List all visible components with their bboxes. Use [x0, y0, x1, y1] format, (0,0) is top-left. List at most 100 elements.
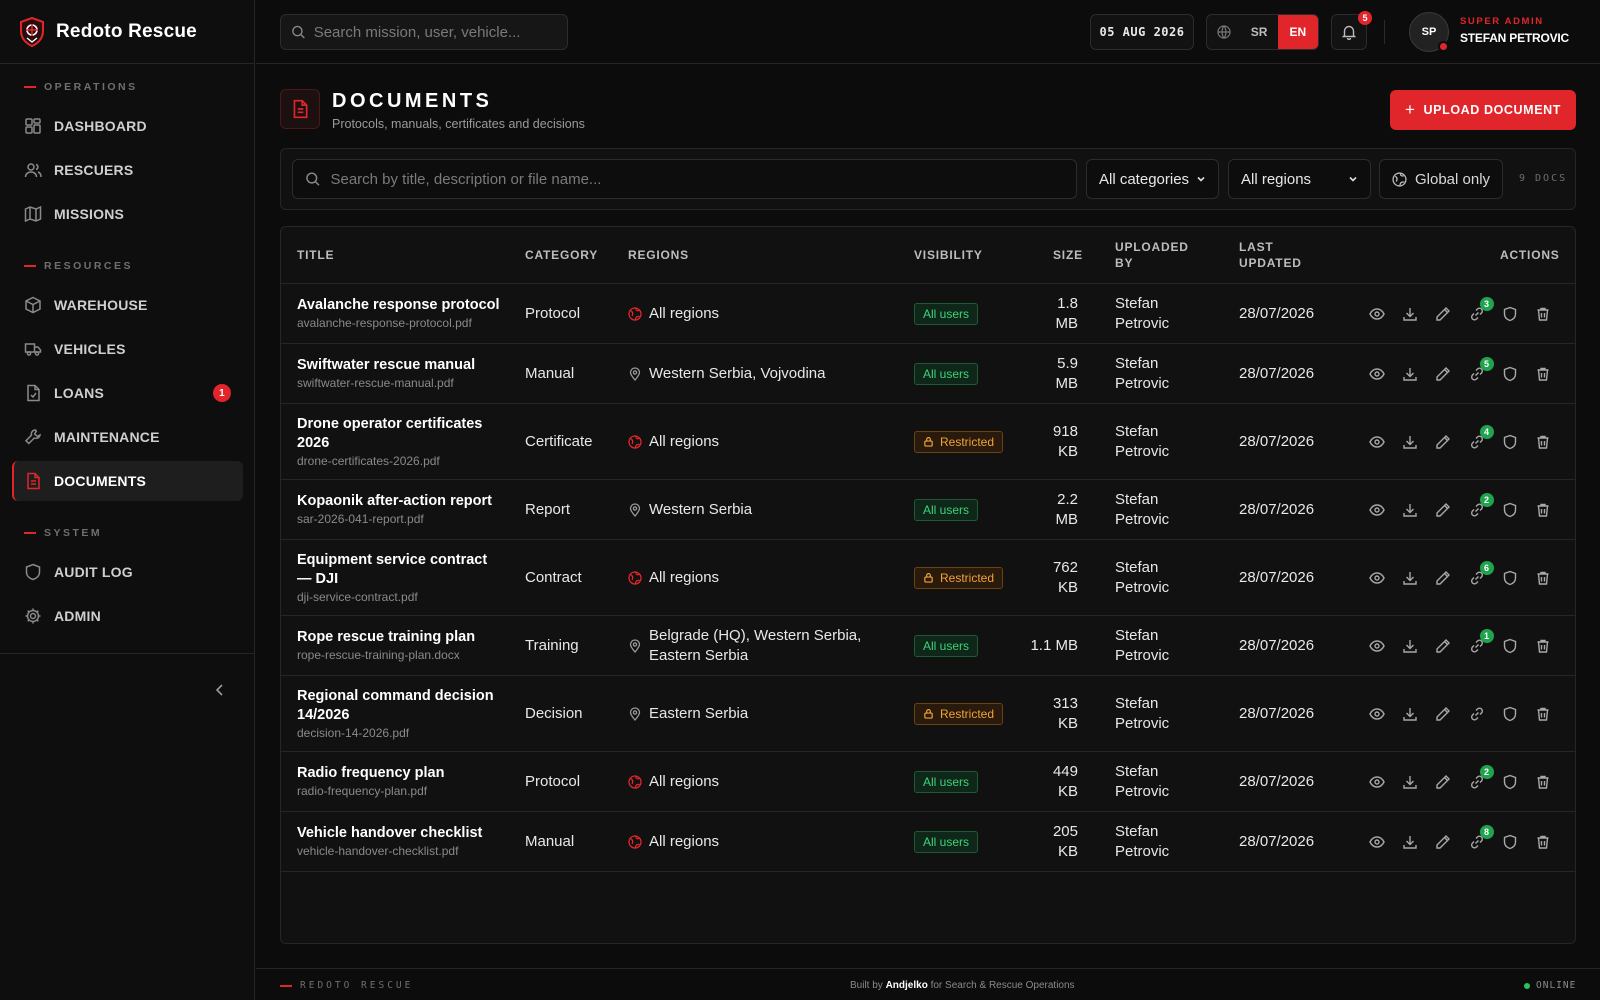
edit-button[interactable] — [1433, 364, 1453, 384]
links-button[interactable]: 8 — [1467, 824, 1494, 852]
view-button[interactable] — [1367, 832, 1387, 852]
links-button[interactable]: 5 — [1467, 356, 1494, 384]
language-en-button[interactable]: EN — [1277, 15, 1318, 49]
column-header-regions[interactable]: REGIONS — [628, 247, 689, 263]
document-search-input[interactable] — [330, 170, 1076, 188]
delete-button[interactable] — [1533, 832, 1553, 852]
document-title[interactable]: Radio frequency plan — [297, 764, 444, 783]
column-header-title[interactable]: TITLE — [297, 247, 334, 263]
edit-button[interactable] — [1433, 772, 1453, 792]
sidebar-item-admin[interactable]: ADMIN — [12, 596, 243, 636]
document-title-cell[interactable]: Kopaonik after-action report sar-2026-04… — [297, 480, 509, 539]
sidebar-item-rescuers[interactable]: RESCUERS — [12, 150, 243, 190]
document-title[interactable]: Rope rescue training plan — [297, 628, 475, 647]
edit-button[interactable] — [1433, 568, 1453, 588]
download-button[interactable] — [1400, 636, 1420, 656]
delete-button[interactable] — [1533, 432, 1553, 452]
document-title-cell[interactable]: Vehicle handover checklist vehicle-hando… — [297, 812, 509, 871]
links-button[interactable]: 4 — [1467, 424, 1494, 452]
permissions-button[interactable] — [1500, 364, 1520, 384]
delete-button[interactable] — [1533, 636, 1553, 656]
sidebar-item-warehouse[interactable]: WAREHOUSE — [12, 285, 243, 325]
column-header-size[interactable]: SIZE — [1053, 247, 1083, 263]
delete-button[interactable] — [1533, 568, 1553, 588]
global-only-toggle[interactable]: Global only — [1379, 159, 1503, 199]
edit-button[interactable] — [1433, 832, 1453, 852]
links-button[interactable]: 6 — [1467, 560, 1494, 588]
delete-button[interactable] — [1533, 772, 1553, 792]
language-sr-button[interactable]: SR — [1240, 25, 1277, 39]
sidebar-item-loans[interactable]: LOANS 1 — [12, 373, 243, 413]
view-button[interactable] — [1367, 364, 1387, 384]
view-button[interactable] — [1367, 636, 1387, 656]
avatar[interactable]: SP — [1409, 12, 1449, 52]
table-row[interactable]: Rope rescue training plan rope-rescue-tr… — [281, 616, 1575, 676]
view-button[interactable] — [1367, 304, 1387, 324]
sidebar-item-vehicles[interactable]: VEHICLES — [12, 329, 243, 369]
document-title-cell[interactable]: Drone operator certificates 2026 drone-ce… — [297, 404, 509, 479]
notifications-button[interactable]: 5 — [1331, 11, 1372, 50]
view-button[interactable] — [1367, 500, 1387, 520]
sidebar-item-audit-log[interactable]: AUDIT LOG — [12, 552, 243, 592]
table-row[interactable]: Avalanche response protocol avalanche-re… — [281, 284, 1575, 344]
view-button[interactable] — [1367, 568, 1387, 588]
delete-button[interactable] — [1533, 704, 1553, 724]
column-header-last-updated[interactable]: LAST UPDATED — [1239, 239, 1302, 271]
edit-button[interactable] — [1433, 704, 1453, 724]
links-button[interactable]: 1 — [1467, 628, 1494, 656]
table-row[interactable]: Drone operator certificates 2026 drone-ce… — [281, 404, 1575, 480]
download-button[interactable] — [1400, 832, 1420, 852]
upload-document-button[interactable]: + UPLOAD DOCUMENT — [1390, 90, 1576, 130]
download-button[interactable] — [1400, 772, 1420, 792]
permissions-button[interactable] — [1500, 636, 1520, 656]
document-title[interactable]: Vehicle handover checklist — [297, 824, 482, 843]
table-row[interactable]: Swiftwater rescue manual swiftwater-resc… — [281, 344, 1575, 404]
download-button[interactable] — [1400, 500, 1420, 520]
document-title[interactable]: Avalanche response protocol — [297, 296, 500, 315]
document-title[interactable]: Regional command decision 14/2026 — [297, 687, 494, 725]
delete-button[interactable] — [1533, 364, 1553, 384]
document-title-cell[interactable]: Equipment service contract — DJI dji-serv… — [297, 540, 509, 615]
document-title-cell[interactable]: Avalanche response protocol avalanche-re… — [297, 284, 509, 343]
document-title-cell[interactable]: Radio frequency plan radio-frequency-pla… — [297, 752, 509, 811]
global-search-input[interactable] — [313, 23, 567, 41]
global-search[interactable] — [280, 14, 568, 50]
region-select[interactable]: All regions — [1228, 159, 1371, 199]
download-button[interactable] — [1400, 304, 1420, 324]
document-title[interactable]: Drone operator certificates 2026 — [297, 415, 482, 453]
permissions-button[interactable] — [1500, 704, 1520, 724]
sidebar-item-maintenance[interactable]: MAINTENANCE — [12, 417, 243, 457]
links-button[interactable] — [1467, 704, 1487, 724]
download-button[interactable] — [1400, 364, 1420, 384]
table-row[interactable]: Radio frequency plan radio-frequency-pla… — [281, 752, 1575, 812]
collapse-sidebar-button[interactable] — [205, 680, 235, 700]
edit-button[interactable] — [1433, 636, 1453, 656]
links-button[interactable]: 2 — [1467, 492, 1494, 520]
delete-button[interactable] — [1533, 304, 1553, 324]
document-title[interactable]: Kopaonik after-action report — [297, 492, 492, 511]
permissions-button[interactable] — [1500, 500, 1520, 520]
edit-button[interactable] — [1433, 304, 1453, 324]
permissions-button[interactable] — [1500, 432, 1520, 452]
edit-button[interactable] — [1433, 500, 1453, 520]
category-select[interactable]: All categories — [1086, 159, 1219, 199]
permissions-button[interactable] — [1500, 568, 1520, 588]
edit-button[interactable] — [1433, 432, 1453, 452]
view-button[interactable] — [1367, 772, 1387, 792]
table-row[interactable]: Vehicle handover checklist vehicle-hando… — [281, 812, 1575, 872]
table-row[interactable]: Equipment service contract — DJI dji-serv… — [281, 540, 1575, 616]
document-title[interactable]: Equipment service contract — DJI — [297, 551, 487, 589]
column-header-visibility[interactable]: VISIBILITY — [914, 247, 983, 263]
table-row[interactable]: Regional command decision 14/2026 decisio… — [281, 676, 1575, 752]
sidebar-item-dashboard[interactable]: DASHBOARD — [12, 106, 243, 146]
permissions-button[interactable] — [1500, 772, 1520, 792]
download-button[interactable] — [1400, 568, 1420, 588]
sidebar-item-documents[interactable]: DOCUMENTS — [12, 461, 243, 501]
links-button[interactable]: 3 — [1467, 296, 1494, 324]
table-row[interactable]: Kopaonik after-action report sar-2026-04… — [281, 480, 1575, 540]
delete-button[interactable] — [1533, 500, 1553, 520]
document-search[interactable] — [292, 159, 1077, 199]
column-header-uploaded-by[interactable]: UPLOADED BY — [1115, 239, 1189, 271]
download-button[interactable] — [1400, 704, 1420, 724]
brand[interactable]: Redoto Rescue — [0, 0, 254, 64]
